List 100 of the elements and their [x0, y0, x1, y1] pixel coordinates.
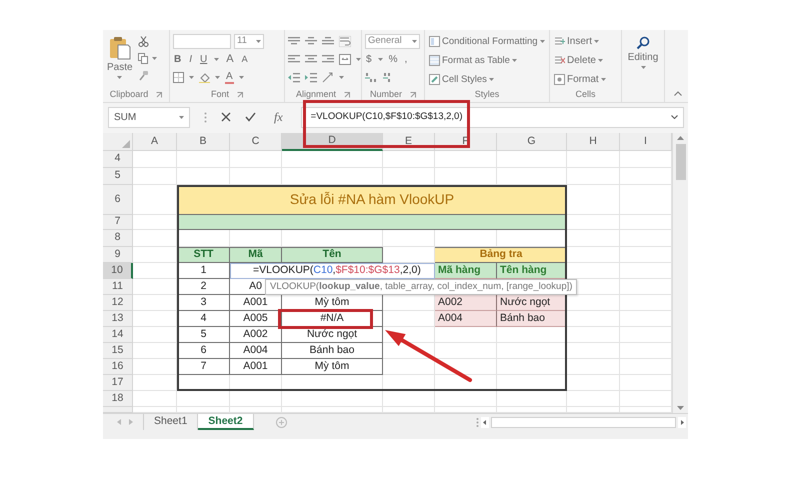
row-header[interactable]: 4 — [103, 151, 133, 168]
table-cell: Mỳ tôm — [282, 359, 383, 375]
number-format-field[interactable]: General — [365, 34, 420, 49]
column-header[interactable]: A — [133, 133, 177, 151]
decrease-indent-icon[interactable] — [288, 72, 300, 83]
insert-icon[interactable] — [554, 36, 565, 47]
dialog-launcher-icon[interactable] — [410, 92, 416, 98]
table-icon[interactable] — [429, 55, 440, 66]
comma-button[interactable]: , — [403, 54, 408, 64]
bold-button[interactable]: B — [173, 54, 182, 64]
column-header[interactable]: G — [497, 133, 567, 151]
font-color-button[interactable]: A — [225, 72, 234, 84]
align-top-icon[interactable] — [288, 36, 300, 47]
scroll-left-icon[interactable] — [481, 416, 489, 428]
cell-editor[interactable]: =VLOOKUP(C10,$F$10:$G$13,2,0) — [230, 263, 435, 279]
row-header[interactable]: 14 — [103, 327, 133, 343]
column-header[interactable]: B — [177, 133, 230, 151]
row-header[interactable]: 9 — [103, 247, 133, 263]
group-label: Alignment — [296, 88, 336, 101]
scroll-down-icon[interactable] — [677, 406, 684, 410]
dialog-launcher-icon[interactable] — [237, 92, 243, 98]
dialog-launcher-icon[interactable] — [344, 92, 350, 98]
percent-button[interactable]: % — [388, 54, 398, 64]
enter-icon[interactable] — [245, 112, 256, 122]
align-left-icon[interactable] — [288, 54, 300, 65]
add-sheet-icon[interactable] — [276, 416, 287, 428]
scroll-up-icon[interactable] — [677, 136, 684, 140]
align-bottom-icon[interactable] — [322, 36, 334, 47]
brush-icon[interactable] — [138, 70, 149, 81]
currency-button[interactable]: $ — [365, 54, 373, 64]
clipboard-icon[interactable] — [108, 36, 131, 60]
row-header[interactable]: 12 — [103, 295, 133, 311]
insert-button[interactable]: Insert — [553, 36, 600, 47]
row-header[interactable]: 10 — [103, 263, 133, 279]
vertical-scrollbar[interactable] — [672, 133, 688, 413]
editing-button[interactable]: Editing — [625, 34, 661, 102]
table-cell: 4 — [177, 311, 230, 327]
table-icon[interactable] — [429, 36, 440, 47]
row-header[interactable]: 11 — [103, 279, 133, 295]
sheet-tab[interactable]: Sheet2 — [198, 414, 254, 430]
column-header[interactable]: C — [230, 133, 282, 151]
row-header[interactable]: 6 — [103, 185, 133, 215]
increase-indent-icon[interactable] — [305, 72, 317, 83]
name-box[interactable]: SUM — [108, 106, 190, 128]
row-header[interactable]: 7 — [103, 215, 133, 230]
conditional-formatting-button[interactable]: Conditional Formatting — [428, 36, 546, 47]
row-header[interactable]: 5 — [103, 168, 133, 185]
shrink-font-button[interactable]: A — [240, 55, 249, 64]
align-middle-icon[interactable] — [305, 36, 317, 47]
horizontal-scrollbar[interactable] — [491, 416, 676, 428]
delete-button[interactable]: Delete — [553, 55, 604, 66]
align-center-icon[interactable] — [305, 54, 317, 65]
paste-button[interactable]: Paste — [106, 34, 134, 87]
cancel-icon[interactable] — [221, 112, 231, 122]
font-size-field[interactable]: 11 — [234, 34, 264, 49]
scroll-thumb[interactable] — [676, 144, 686, 180]
column-header[interactable]: I — [620, 133, 672, 151]
border-icon[interactable] — [173, 72, 184, 83]
format-as-table-button[interactable]: Format as Table — [428, 55, 518, 66]
merge-cells-icon[interactable] — [339, 54, 351, 65]
row-header[interactable]: 13 — [103, 311, 133, 327]
collapse-ribbon-icon[interactable] — [674, 91, 682, 96]
cell-styles-button[interactable]: Cell Styles — [428, 74, 495, 85]
wrap-text-icon[interactable] — [339, 36, 351, 47]
expand-icon[interactable] — [671, 115, 678, 119]
delete-icon[interactable] — [554, 55, 565, 66]
underline-button[interactable]: U — [199, 54, 208, 64]
row-header[interactable]: 16 — [103, 359, 133, 375]
align-right-icon[interactable] — [322, 54, 334, 65]
dialog-launcher-icon[interactable] — [156, 92, 162, 98]
row-header[interactable]: 17 — [103, 375, 133, 391]
next-sheet-icon[interactable] — [129, 419, 133, 425]
paint-bucket-icon[interactable] — [199, 72, 210, 83]
table-cell: A004 — [435, 311, 497, 327]
row-header[interactable]: 18 — [103, 391, 133, 407]
column-header[interactable]: H — [567, 133, 620, 151]
format-icon[interactable] — [554, 74, 565, 85]
row-header[interactable]: 8 — [103, 230, 133, 247]
search-icon[interactable] — [636, 36, 650, 50]
column-heading: Tên hàng — [497, 263, 567, 279]
row-header[interactable] — [103, 407, 133, 413]
scroll-right-icon[interactable] — [678, 416, 686, 428]
orientation-icon[interactable] — [322, 72, 334, 83]
font-name-field[interactable] — [173, 34, 231, 49]
insert-function-button[interactable]: fx — [270, 108, 287, 126]
caret-icon — [598, 59, 603, 62]
caret-icon — [179, 116, 184, 118]
caret-icon — [512, 59, 517, 62]
italic-button[interactable]: I — [188, 54, 194, 64]
formula-field[interactable]: =VLOOKUP(C10,$F$10:$G$13,2,0) — [300, 106, 684, 128]
row-header[interactable]: 15 — [103, 343, 133, 359]
scissors-icon[interactable] — [138, 36, 149, 47]
copy-icon[interactable] — [138, 53, 149, 64]
more-icon — [204, 112, 207, 122]
format-button[interactable]: Format — [553, 74, 607, 85]
increase-decimal-icon[interactable] — [365, 72, 377, 83]
grow-font-button[interactable]: A — [225, 54, 235, 65]
brush-icon[interactable] — [429, 74, 440, 85]
previous-sheet-icon[interactable] — [117, 419, 121, 425]
select-all-icon[interactable] — [122, 140, 130, 148]
